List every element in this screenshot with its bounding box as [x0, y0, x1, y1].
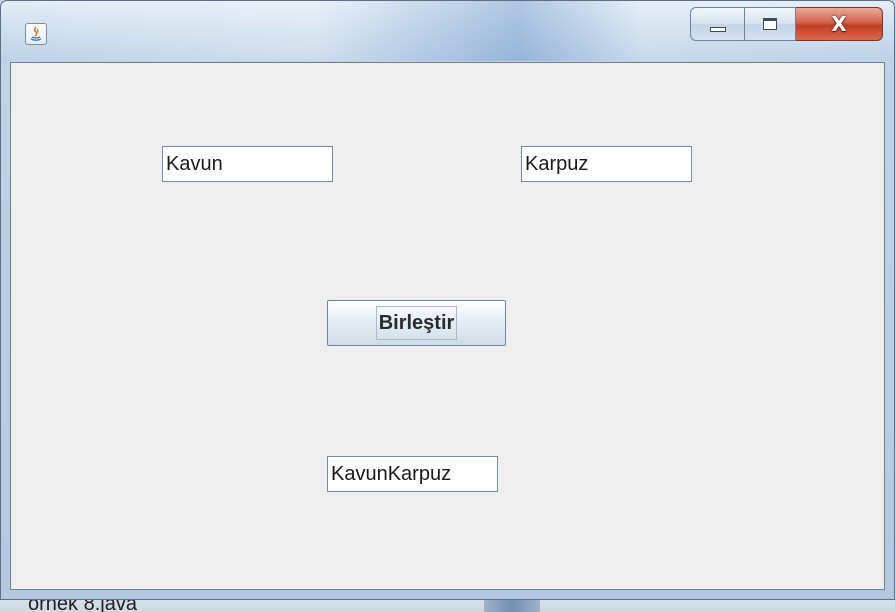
minimize-icon — [709, 26, 726, 32]
close-icon: X — [831, 12, 847, 36]
window-controls: X — [690, 7, 883, 41]
result-text-field[interactable]: KavunKarpuz — [327, 456, 498, 492]
close-button[interactable]: X — [796, 7, 883, 41]
minimize-button[interactable] — [690, 7, 745, 41]
first-text-field[interactable]: Kavun — [162, 146, 333, 182]
java-icon[interactable] — [25, 23, 47, 45]
title-bar[interactable]: X — [1, 1, 894, 61]
second-text-field[interactable]: Karpuz — [521, 146, 692, 182]
app-window: X Kavun Karpuz Birleştir KavunKarpuz — [0, 0, 895, 600]
maximize-button[interactable] — [745, 7, 796, 41]
combine-button-label: Birleştir — [375, 306, 458, 340]
combine-button[interactable]: Birleştir — [327, 300, 506, 346]
desktop: ornek 8.java X Kavun Karpuz Birleştir Ka… — [0, 0, 895, 612]
content-pane: Kavun Karpuz Birleştir KavunKarpuz — [10, 62, 885, 590]
maximize-icon — [763, 18, 777, 30]
